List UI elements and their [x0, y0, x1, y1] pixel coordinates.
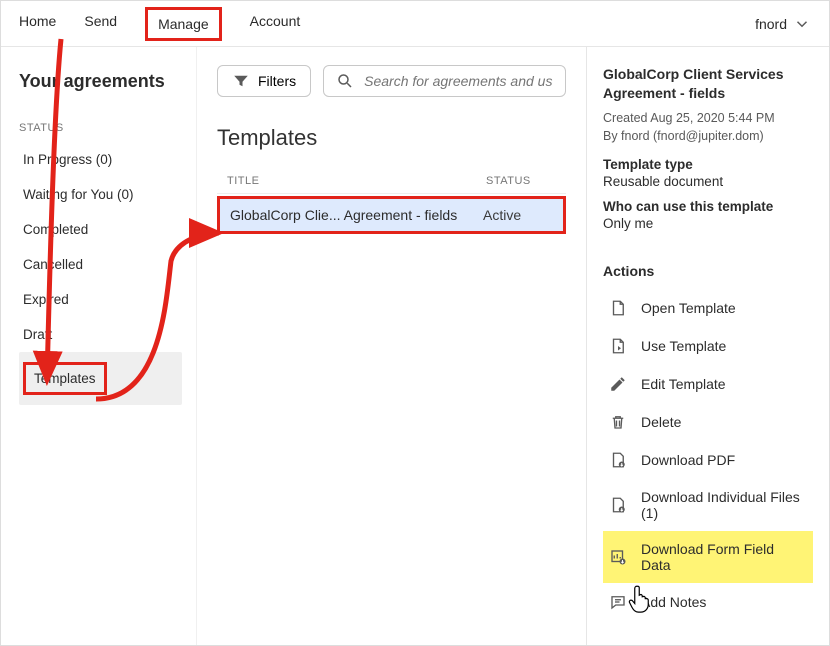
- panel-title: GlobalCorp Client Services Agreement - f…: [603, 65, 813, 103]
- details-panel: GlobalCorp Client Services Agreement - f…: [586, 47, 829, 645]
- notes-icon: [609, 593, 627, 611]
- who-value: Only me: [603, 216, 813, 231]
- actions-heading: Actions: [603, 263, 813, 279]
- panel-by: By fnord (fnord@jupiter.dom): [603, 127, 813, 145]
- action-label: Download Individual Files (1): [641, 489, 807, 521]
- action-label: Download PDF: [641, 452, 735, 468]
- action-download-individual-files[interactable]: Download Individual Files (1): [603, 479, 813, 531]
- search-input[interactable]: [364, 73, 553, 89]
- document-icon: [609, 299, 627, 317]
- cursor-hand-icon: [627, 584, 653, 614]
- template-type-value: Reusable document: [603, 174, 813, 189]
- sidebar-item-templates[interactable]: Templates: [19, 352, 182, 405]
- action-label: Download Form Field Data: [641, 541, 807, 573]
- search-box[interactable]: [323, 65, 566, 97]
- nav-send[interactable]: Send: [84, 13, 117, 35]
- col-status-header: STATUS: [486, 175, 556, 187]
- top-nav: Home Send Manage Account fnord: [1, 1, 829, 47]
- main-content: Filters Templates TITLE STATUS GlobalCor…: [196, 47, 586, 645]
- action-use-template[interactable]: Use Template: [603, 327, 813, 365]
- action-label: Use Template: [641, 338, 726, 354]
- action-open-template[interactable]: Open Template: [603, 289, 813, 327]
- sidebar-heading: Your agreements: [19, 71, 182, 92]
- action-label: Edit Template: [641, 376, 726, 392]
- user-name: fnord: [755, 16, 787, 32]
- filters-button[interactable]: Filters: [217, 65, 311, 97]
- action-edit-template[interactable]: Edit Template: [603, 365, 813, 403]
- search-icon: [336, 72, 354, 90]
- col-title-header: TITLE: [227, 175, 486, 187]
- user-menu[interactable]: fnord: [755, 15, 811, 33]
- nav-account[interactable]: Account: [250, 13, 301, 35]
- filter-icon: [232, 72, 250, 90]
- sidebar-item-completed[interactable]: Completed: [19, 212, 182, 247]
- action-label: Delete: [641, 414, 681, 430]
- sidebar-item-waiting[interactable]: Waiting for You (0): [19, 177, 182, 212]
- sidebar-item-templates-label: Templates: [23, 362, 107, 395]
- download-files-icon: [609, 496, 627, 514]
- row-status: Active: [483, 207, 553, 223]
- action-download-pdf[interactable]: Download PDF: [603, 441, 813, 479]
- action-download-form-field-data[interactable]: Download Form Field Data: [603, 531, 813, 583]
- chevron-down-icon: [793, 15, 811, 33]
- download-pdf-icon: [609, 451, 627, 469]
- nav-home[interactable]: Home: [19, 13, 56, 35]
- nav-manage[interactable]: Manage: [145, 7, 222, 41]
- who-label: Who can use this template: [603, 199, 813, 214]
- trash-icon: [609, 413, 627, 431]
- sidebar-item-draft[interactable]: Draft: [19, 317, 182, 352]
- templates-heading: Templates: [217, 125, 566, 151]
- action-delete[interactable]: Delete: [603, 403, 813, 441]
- sidebar-item-expired[interactable]: Expired: [19, 282, 182, 317]
- panel-meta: Created Aug 25, 2020 5:44 PM By fnord (f…: [603, 109, 813, 145]
- table-row[interactable]: GlobalCorp Clie... Agreement - fields Ac…: [217, 196, 566, 234]
- download-data-icon: [609, 548, 627, 566]
- row-title: GlobalCorp Clie... Agreement - fields: [230, 207, 483, 223]
- document-arrow-icon: [609, 337, 627, 355]
- sidebar-item-cancelled[interactable]: Cancelled: [19, 247, 182, 282]
- sidebar-item-inprogress[interactable]: In Progress (0): [19, 142, 182, 177]
- pencil-icon: [609, 375, 627, 393]
- action-label: Open Template: [641, 300, 736, 316]
- panel-created: Created Aug 25, 2020 5:44 PM: [603, 109, 813, 127]
- filters-label: Filters: [258, 73, 296, 89]
- table-header: TITLE STATUS: [217, 169, 566, 194]
- template-type-label: Template type: [603, 157, 813, 172]
- sidebar-status-label: STATUS: [19, 122, 182, 134]
- sidebar: Your agreements STATUS In Progress (0) W…: [1, 47, 196, 645]
